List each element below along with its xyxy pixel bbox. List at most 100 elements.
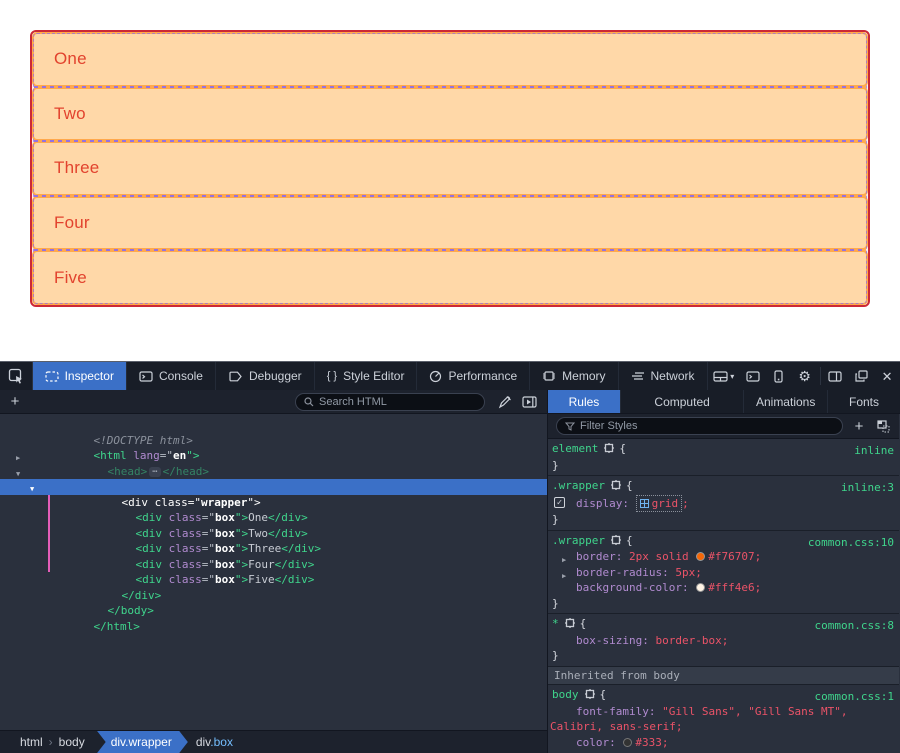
windows-icon [855, 370, 868, 382]
split-console-button[interactable] [740, 362, 766, 390]
tab-inspector[interactable]: Inspector [33, 362, 127, 390]
search-placeholder: Search HTML [319, 396, 387, 408]
color-swatch[interactable] [623, 738, 632, 747]
tab-fonts[interactable]: Fonts [828, 390, 900, 413]
selector-highlighter-icon[interactable] [611, 534, 621, 550]
rule-close-brace: } [548, 596, 899, 612]
node-html-open[interactable]: <html lang="en"> [0, 433, 547, 449]
pseudo-class-panel-button[interactable] [871, 420, 895, 433]
rule-wrapper-common: .wrapper{ common.css:10 ▶ border: 2px so… [548, 531, 899, 615]
sidebar-toggle-button[interactable] [822, 362, 848, 390]
node-wrapper-open-selected[interactable]: ▼<div class="wrapper"> [0, 479, 547, 495]
separate-window-button[interactable] [848, 362, 874, 390]
node-head[interactable]: ▶<head>⋯</head> [0, 448, 547, 464]
frame-select-icon [522, 396, 537, 408]
class-panel-icon [876, 420, 890, 433]
box-label: Three [54, 158, 99, 178]
dock-caret-icon: ▾ [730, 372, 734, 381]
grid-box-three: Three [32, 141, 868, 196]
prop-background-color: background-color: #fff4e6; [548, 580, 899, 596]
selector-highlighter-icon[interactable] [604, 442, 614, 458]
filter-styles-input[interactable]: Filter Styles [556, 417, 843, 435]
dock-icon [713, 371, 728, 382]
tab-label: Animations [756, 395, 815, 409]
node-box-one[interactable]: <div class="box">One</div> [0, 495, 547, 511]
dock-mode-button[interactable]: ▾ [708, 362, 741, 390]
node-body-close[interactable]: </body> [0, 588, 547, 604]
tab-performance[interactable]: Performance [417, 362, 530, 390]
tab-animations[interactable]: Animations [744, 390, 828, 413]
search-html-input[interactable]: Search HTML [295, 393, 485, 411]
frame-select-button[interactable] [517, 396, 541, 408]
selector-highlighter-icon[interactable] [565, 617, 575, 633]
rule-source-link[interactable]: common.css:8 [815, 618, 894, 634]
rule-source-link[interactable]: inline [854, 443, 894, 459]
node-wrapper-close[interactable]: </div> [0, 572, 547, 588]
tab-console[interactable]: Console [127, 362, 216, 390]
node-html-close[interactable]: </html> [0, 603, 547, 619]
rule-source-link[interactable]: common.css:1 [815, 689, 894, 705]
selector-wrapper[interactable]: .wrapper [552, 479, 605, 492]
grid-highlighter-toggle[interactable]: grid [636, 495, 683, 513]
rule-source-link[interactable]: inline:3 [841, 480, 894, 496]
sidebar-toggle-icon [828, 371, 842, 382]
tab-style-editor[interactable]: { } Style Editor [315, 362, 418, 390]
selector-universal[interactable]: * [552, 617, 559, 630]
selector-highlighter-icon[interactable] [585, 688, 595, 704]
prop-box-sizing: box-sizing: border-box; [548, 633, 899, 649]
selector-highlighter-icon[interactable] [611, 479, 621, 495]
node-doctype[interactable]: <!DOCTYPE html> [0, 417, 547, 433]
box-label: One [54, 49, 87, 69]
node-box-three[interactable]: <div class="box">Three</div> [0, 526, 547, 542]
add-rule-button[interactable]: + [847, 418, 871, 435]
inspector-icon [45, 371, 59, 382]
prop-enable-checkbox[interactable]: ✓ [554, 497, 565, 508]
selector-element[interactable]: element [552, 442, 598, 455]
breadcrumb-body[interactable]: body [53, 735, 91, 749]
box-label: Five [54, 268, 87, 288]
color-swatch[interactable] [696, 552, 705, 561]
pick-element-button[interactable] [0, 362, 33, 390]
toolbar-divider [820, 367, 821, 385]
add-node-button[interactable]: + [0, 391, 30, 413]
tab-label: Rules [569, 395, 600, 409]
node-box-two[interactable]: <div class="box">Two</div> [0, 510, 547, 526]
rule-element: element{ inline } [548, 439, 899, 476]
breadcrumb-div-wrapper[interactable]: div.wrapper [97, 731, 188, 753]
rule-universal: *{ common.css:8 box-sizing: border-box; … [548, 614, 899, 667]
rule-source-link[interactable]: common.css:10 [808, 535, 894, 551]
rule-wrapper-inline: .wrapper{ inline:3 ✓ display: grid; } [548, 476, 899, 531]
split-console-icon [746, 371, 760, 382]
network-icon [631, 371, 645, 381]
settings-button[interactable]: ⚙ [792, 362, 818, 390]
tab-memory[interactable]: Memory [530, 362, 618, 390]
color-swatch[interactable] [696, 583, 705, 592]
selector-body[interactable]: body [552, 688, 579, 701]
rule-body: body{ common.css:1 font-family: "Gill Sa… [548, 685, 899, 753]
gear-icon: ⚙ [798, 369, 811, 383]
node-body-open[interactable]: ▼<body> [0, 464, 547, 480]
breadcrumb-html[interactable]: html [14, 735, 49, 749]
markup-toolbar: + Search HTML [0, 390, 548, 413]
pick-element-icon [8, 368, 24, 384]
selector-wrapper[interactable]: .wrapper [552, 534, 605, 547]
tab-computed[interactable]: Computed [621, 390, 744, 413]
devtools-tabbar: Inspector Console Debugger { } Style Edi… [0, 362, 900, 390]
close-devtools-button[interactable]: ✕ [874, 362, 900, 390]
tab-label: Network [651, 369, 695, 383]
console-icon [139, 371, 153, 382]
tab-debugger[interactable]: Debugger [216, 362, 315, 390]
responsive-mode-button[interactable] [766, 362, 792, 390]
markup-column: <!DOCTYPE html> <html lang="en"> ▶<head>… [0, 414, 548, 753]
memory-icon [542, 370, 556, 382]
box-label: Two [54, 104, 86, 124]
tab-network[interactable]: Network [619, 362, 708, 390]
tab-rules[interactable]: Rules [548, 390, 621, 413]
node-box-five[interactable]: <div class="box">Five</div> [0, 557, 547, 573]
node-box-four[interactable]: <div class="box">Four</div> [0, 541, 547, 557]
tab-label: Inspector [65, 369, 114, 383]
eyedropper-button[interactable] [493, 395, 517, 409]
tab-label: Console [159, 369, 203, 383]
eyedropper-icon [498, 395, 512, 409]
breadcrumb-div-box[interactable]: div.box [196, 735, 233, 749]
